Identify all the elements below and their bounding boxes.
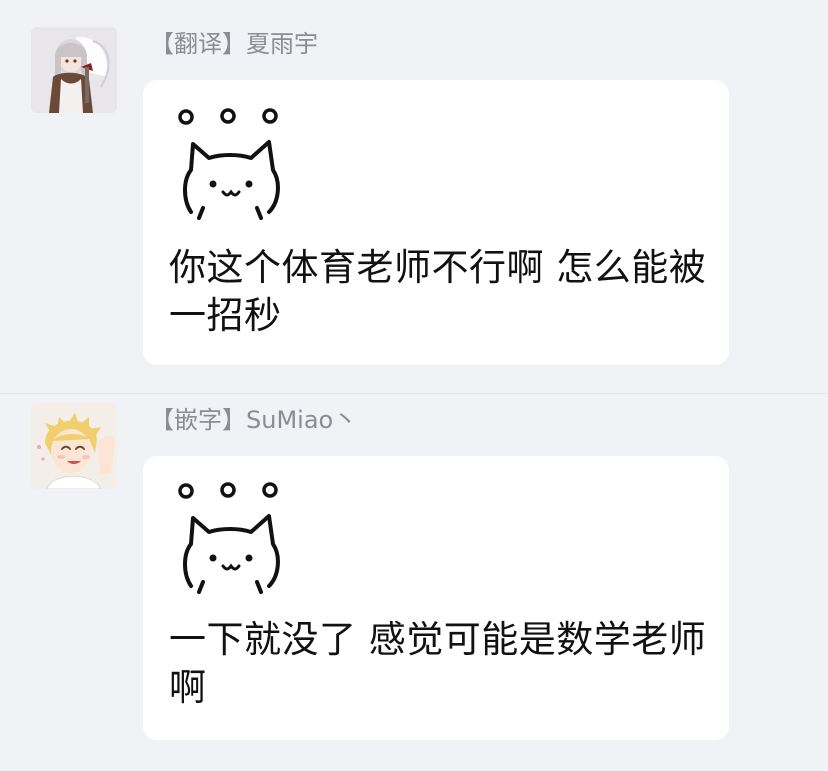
cat-sticker-icon[interactable] xyxy=(169,100,289,220)
message-bubble[interactable]: 一下就没了 感觉可能是数学老师啊 xyxy=(143,456,729,740)
avatar[interactable] xyxy=(31,27,117,113)
sender-name[interactable]: 【翻译】夏雨宇 xyxy=(150,29,318,59)
chat-thread[interactable]: 【翻译】夏雨宇 你这个体育老师不行啊 怎么能被一招秒 【嵌字】SuMiao丶 一… xyxy=(0,0,828,771)
message-text: 一下就没了 感觉可能是数学老师啊 xyxy=(169,618,707,709)
message-bubble[interactable]: 你这个体育老师不行啊 怎么能被一招秒 xyxy=(143,80,729,365)
chat-message: 【嵌字】SuMiao丶 一下就没了 感觉可能是数学老师啊 xyxy=(0,394,828,771)
cat-sticker-icon[interactable] xyxy=(169,474,289,594)
anime-boy-avatar xyxy=(31,403,117,489)
message-text: 你这个体育老师不行啊 怎么能被一招秒 xyxy=(169,246,707,337)
avatar[interactable] xyxy=(31,403,117,489)
anime-girl-avatar xyxy=(31,27,117,113)
chat-message: 【翻译】夏雨宇 你这个体育老师不行啊 怎么能被一招秒 xyxy=(0,0,828,390)
sender-name[interactable]: 【嵌字】SuMiao丶 xyxy=(150,405,357,435)
